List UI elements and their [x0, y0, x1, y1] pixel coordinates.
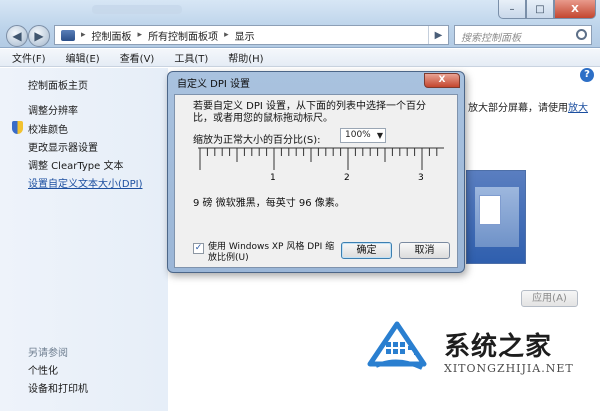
- scale-percentage-select[interactable]: 100% ▼: [340, 128, 386, 143]
- breadcrumb-all-items[interactable]: 所有控制面板项: [148, 28, 218, 43]
- back-button[interactable]: ◀: [6, 25, 28, 47]
- menu-file[interactable]: 文件(F): [12, 50, 46, 65]
- breadcrumb-separator: ▸: [137, 30, 143, 40]
- search-placeholder: 搜索控制面板: [461, 33, 521, 44]
- menu-edit[interactable]: 编辑(E): [66, 50, 100, 65]
- window-header: – □ X ◀ ▶ ▸ 控制面板 ▸ 所有控制面板项 ▸ 显示 ▶ 搜索控制面板: [0, 0, 600, 48]
- see-also-devices-printers[interactable]: 设备和打印机: [28, 380, 88, 395]
- back-arrow-icon: ◀: [12, 29, 22, 43]
- display-preview: [466, 170, 526, 264]
- sidebar-item-custom-dpi[interactable]: 设置自定义文本大小(DPI): [28, 175, 142, 190]
- refresh-go-button[interactable]: ▶: [428, 26, 448, 44]
- address-bar[interactable]: ▸ 控制面板 ▸ 所有控制面板项 ▸ 显示 ▶: [54, 25, 449, 45]
- menu-help[interactable]: 帮助(H): [228, 50, 263, 65]
- dpi-ruler[interactable]: 1 2 3: [198, 146, 444, 182]
- xp-scaling-label[interactable]: 使用 Windows XP 风格 DPI 缩放比例(U): [208, 242, 340, 264]
- forward-arrow-icon: ▶: [34, 29, 44, 43]
- ruler-number-1: 1: [270, 173, 276, 182]
- sidebar-item-resolution[interactable]: 调整分辨率: [28, 102, 78, 117]
- chevron-down-icon: ▼: [376, 131, 383, 140]
- dialog-description: 若要自定义 DPI 设置，从下面的列表中选择一个百分比，或者用您的鼠标拖动标尺。: [193, 101, 427, 124]
- dialog-title: 自定义 DPI 设置: [177, 79, 251, 90]
- search-icon: [576, 29, 587, 40]
- magnifier-link[interactable]: 放大: [568, 103, 588, 114]
- content-partial-text: 放大部分屏幕，请使用放大: [468, 99, 588, 114]
- sidebar-item-display-settings[interactable]: 更改显示器设置: [28, 139, 98, 154]
- see-also-personalize[interactable]: 个性化: [28, 362, 58, 377]
- scale-value: 100%: [345, 130, 371, 140]
- menu-tools[interactable]: 工具(T): [174, 50, 208, 65]
- search-input[interactable]: 搜索控制面板: [454, 25, 592, 45]
- dialog-body: 若要自定义 DPI 设置，从下面的列表中选择一个百分比，或者用您的鼠标拖动标尺。…: [174, 94, 458, 268]
- ruler-number-2: 2: [344, 173, 350, 182]
- see-also-title: 另请参阅: [28, 348, 68, 359]
- sidebar: 控制面板主页 调整分辨率 校准颜色 更改显示器设置 调整 ClearType 文…: [0, 68, 168, 411]
- minimize-button[interactable]: –: [498, 0, 526, 19]
- xp-scaling-checkbox[interactable]: ✓: [193, 243, 204, 254]
- menu-bar: 文件(F) 编辑(E) 查看(V) 工具(T) 帮助(H): [0, 49, 600, 67]
- brand-site: XITONGZHIJIA.NET: [444, 362, 574, 375]
- control-panel-icon: [61, 29, 75, 41]
- dialog-close-button[interactable]: X: [424, 73, 460, 88]
- apply-button[interactable]: 应用(A): [521, 290, 578, 307]
- close-button[interactable]: X: [554, 0, 596, 19]
- preview-window: [479, 195, 501, 225]
- scale-label: 缩放为正常大小的百分比(S):: [193, 135, 321, 146]
- menu-view[interactable]: 查看(V): [120, 50, 155, 65]
- brand-name: 系统之家: [444, 332, 553, 362]
- breadcrumb-separator: ▸: [81, 30, 86, 40]
- font-info-text: 9 磅 微软雅黑，每英寸 96 像素。: [193, 198, 345, 209]
- cancel-button[interactable]: 取消: [399, 242, 450, 259]
- sidebar-item-cleartype[interactable]: 调整 ClearType 文本: [28, 157, 123, 172]
- ruler-ticks: [199, 148, 438, 170]
- sidebar-home-link[interactable]: 控制面板主页: [28, 77, 88, 92]
- preview-screen: [475, 187, 519, 247]
- breadcrumb-control-panel[interactable]: 控制面板: [92, 28, 132, 43]
- window-controls: – □ X: [498, 0, 596, 20]
- maximize-button[interactable]: □: [526, 0, 554, 19]
- magnify-hint-text: 放大部分屏幕，请使用: [468, 103, 568, 114]
- sidebar-item-calibrate[interactable]: 校准颜色: [28, 121, 68, 136]
- custom-dpi-dialog: 自定义 DPI 设置 X 若要自定义 DPI 设置，从下面的列表中选择一个百分比…: [167, 71, 465, 273]
- breadcrumb-display[interactable]: 显示: [235, 28, 255, 43]
- breadcrumb-separator: ▸: [224, 30, 229, 40]
- watermark-logo: 系统之家 XITONGZHIJIA.NET: [362, 316, 592, 386]
- help-icon[interactable]: ?: [580, 68, 594, 82]
- window-title-blur: [92, 5, 182, 14]
- brand-logo-icon: [367, 321, 427, 370]
- ok-button[interactable]: 确定: [341, 242, 392, 259]
- ruler-number-3: 3: [418, 173, 424, 182]
- forward-button[interactable]: ▶: [28, 25, 50, 47]
- shield-icon: [12, 121, 23, 134]
